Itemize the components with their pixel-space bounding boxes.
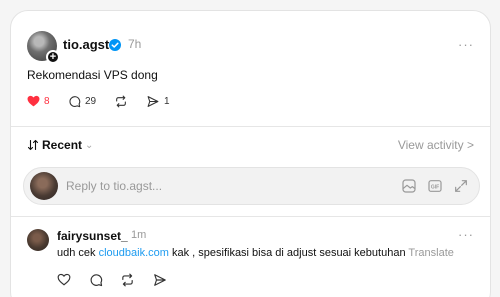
chevron-down-icon: ⌄ [85,139,94,151]
gif-icon[interactable]: GIF [427,178,443,194]
reply-button[interactable]: 29 [68,95,96,108]
like-button[interactable]: 8 [27,95,50,107]
share-count: 1 [164,96,170,107]
comment-icon [69,96,81,108]
comment-share-button[interactable] [153,273,167,287]
sort-label: Recent [42,138,83,152]
comment-link[interactable]: cloudbaik.com [99,247,169,259]
reply-input[interactable]: Reply to tio.agst... [66,179,162,193]
reply-composer[interactable]: Reply to tio.agst... GIF [23,167,480,205]
send-icon [147,96,159,107]
commenter-username[interactable]: fairysunset_ [57,229,128,243]
comment-text: udh cek cloudbaik.com kak , spesifikasi … [57,247,454,259]
sort-arrows-icon [27,139,39,151]
reply-count: 29 [85,96,97,107]
comment-repost-button[interactable] [120,273,135,287]
svg-text:GIF: GIF [431,184,439,190]
post-more-button[interactable]: ··· [458,37,474,52]
post-time: 7h [128,37,142,51]
comment-more-button[interactable]: ··· [458,227,474,242]
translate-link[interactable]: Translate [408,247,453,259]
comment-text-before: udh cek [57,247,99,259]
like-count: 8 [44,95,50,107]
divider [11,216,490,217]
current-user-avatar [30,172,58,200]
repost-button[interactable] [114,95,128,108]
comment-text-after: kak , spesifikasi bisa di adjust sesuai … [168,247,406,259]
author-avatar[interactable]: + [27,31,60,64]
follow-plus-icon[interactable]: + [46,50,60,64]
post-text: Rekomendasi VPS dong [27,68,158,82]
comment-like-button[interactable] [57,273,71,286]
divider [11,126,490,127]
send-icon [154,274,166,286]
expand-icon[interactable] [453,178,469,194]
thread-card: + tio.agst 7h ··· Rekomendasi VPS dong 8… [10,10,491,297]
author-username[interactable]: tio.agst [63,37,109,52]
heart-filled-icon [27,95,40,107]
repost-icon [116,95,126,108]
view-activity-link[interactable]: View activity > [398,138,474,152]
comment-reply-button[interactable] [89,273,103,287]
sort-dropdown[interactable]: Recent ⌄ [27,138,93,152]
commenter-avatar[interactable] [27,229,49,251]
comment-icon [90,274,103,287]
verified-badge-icon [109,39,121,51]
reply-tools: GIF [401,178,469,194]
comment-time: 1m [131,229,147,241]
heart-outline-icon [57,273,71,286]
image-icon[interactable] [401,178,417,194]
share-button[interactable]: 1 [146,95,170,108]
repost-icon [122,273,133,287]
